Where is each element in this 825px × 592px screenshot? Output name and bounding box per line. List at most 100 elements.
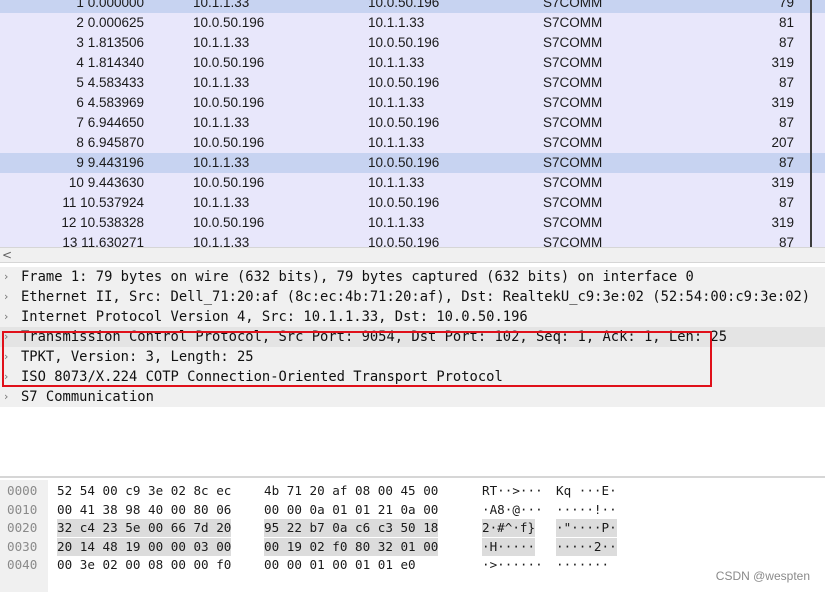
packet-time: 9.443630 bbox=[87, 175, 144, 190]
packet-no: 13 bbox=[62, 235, 78, 247]
packet-length: 319 bbox=[771, 215, 794, 230]
packet-no: 8 bbox=[76, 135, 84, 150]
coloring-marker bbox=[810, 173, 812, 193]
packet-no: 7 bbox=[76, 115, 84, 130]
expand-chevron-icon[interactable]: › bbox=[4, 267, 8, 287]
packet-no: 10 bbox=[68, 175, 84, 190]
detail-text: Frame 1: 79 bytes on wire (632 bits), 79… bbox=[21, 269, 694, 285]
ascii-2: ·····!·· bbox=[556, 501, 617, 517]
bytes-row[interactable]: 0030 20 14 48 19 00 00 03 00 00 19 02 f0 8… bbox=[0, 537, 825, 556]
packet-source: 10.1.1.33 bbox=[193, 35, 250, 50]
packet-length: 81 bbox=[778, 15, 794, 30]
packet-length: 87 bbox=[778, 75, 794, 90]
detail-text: S7 Communication bbox=[21, 389, 154, 405]
coloring-marker bbox=[810, 233, 812, 247]
packet-row[interactable]: 2 0.000625 10.0.50.196 10.1.1.33 S7COMM 81 bbox=[0, 13, 825, 33]
coloring-marker bbox=[810, 33, 812, 53]
hex-bytes-1: 52 54 00 c9 3e 02 8c ec bbox=[57, 483, 232, 498]
horizontal-scrollbar[interactable]: < bbox=[0, 247, 825, 263]
packet-row[interactable]: 4 1.814340 10.0.50.196 10.1.1.33 S7COMM 319 bbox=[0, 53, 825, 73]
ascii-1: 2·#^·f} bbox=[482, 519, 536, 537]
packet-destination: 10.1.1.33 bbox=[368, 175, 425, 190]
packet-row[interactable]: 6 4.583969 10.0.50.196 10.1.1.33 S7COMM 319 bbox=[0, 93, 825, 113]
detail-tree-item[interactable]: › Frame 1: 79 bytes on wire (632 bits), 7… bbox=[0, 267, 825, 287]
packet-source: 10.1.1.33 bbox=[193, 155, 250, 170]
packet-no-time: 8 6.945870 bbox=[0, 133, 144, 153]
packet-row[interactable]: 3 1.813506 10.1.1.33 10.0.50.196 S7COMM 87 bbox=[0, 33, 825, 53]
packet-protocol: S7COMM bbox=[543, 115, 603, 130]
packet-source: 10.0.50.196 bbox=[193, 95, 265, 110]
packet-time: 0.000000 bbox=[87, 0, 144, 10]
expand-chevron-icon[interactable]: › bbox=[4, 347, 8, 367]
watermark: CSDN @wespten bbox=[715, 569, 810, 583]
hex-bytes-2: 4b 71 20 af 08 00 45 00 bbox=[264, 483, 439, 498]
detail-tree-item[interactable]: › TPKT, Version: 3, Length: 25 bbox=[0, 347, 825, 367]
pane-divider[interactable] bbox=[0, 476, 825, 478]
packet-source: 10.0.50.196 bbox=[193, 135, 265, 150]
packet-no: 4 bbox=[76, 55, 84, 70]
coloring-marker bbox=[810, 113, 812, 133]
expand-chevron-icon[interactable]: › bbox=[4, 387, 8, 407]
packet-protocol: S7COMM bbox=[543, 95, 603, 110]
packet-destination: 10.0.50.196 bbox=[368, 0, 440, 10]
hex-bytes-1: 00 41 38 98 40 00 80 06 bbox=[57, 501, 232, 517]
detail-tree-item[interactable]: › Ethernet II, Src: Dell_71:20:af (8c:ec:… bbox=[0, 287, 825, 307]
packet-source: 10.1.1.33 bbox=[193, 75, 250, 90]
detail-text: Internet Protocol Version 4, Src: 10.1.1… bbox=[21, 309, 528, 325]
coloring-marker bbox=[810, 53, 812, 73]
ascii-1: ·A8·@··· bbox=[482, 501, 543, 517]
detail-tree-item[interactable]: › Internet Protocol Version 4, Src: 10.1.… bbox=[0, 307, 825, 327]
packet-row[interactable]: 8 6.945870 10.0.50.196 10.1.1.33 S7COMM 207 bbox=[0, 133, 825, 153]
coloring-marker bbox=[810, 73, 812, 93]
packet-time: 4.583969 bbox=[87, 95, 144, 110]
bytes-row[interactable]: 0010 00 41 38 98 40 00 80 06 00 00 0a 01 0… bbox=[0, 501, 825, 519]
packet-source: 10.1.1.33 bbox=[193, 195, 250, 210]
packet-no: 5 bbox=[76, 75, 84, 90]
expand-chevron-icon[interactable]: › bbox=[4, 367, 8, 387]
expand-chevron-icon[interactable]: › bbox=[4, 307, 8, 327]
packet-time: 10.537924 bbox=[80, 195, 144, 210]
byte-offset: 0030 bbox=[7, 538, 38, 554]
hex-bytes-1: 20 14 48 19 00 00 03 00 bbox=[57, 537, 232, 556]
packet-time: 6.944650 bbox=[87, 115, 144, 130]
packet-protocol: S7COMM bbox=[543, 235, 603, 247]
hex-bytes-2: 00 00 0a 01 01 21 0a 00 bbox=[264, 501, 439, 517]
packet-length: 319 bbox=[771, 55, 794, 70]
packet-row[interactable]: 13 11.630271 10.1.1.33 10.0.50.196 S7COMM 87 bbox=[0, 233, 825, 247]
packet-time: 6.945870 bbox=[87, 135, 144, 150]
packet-row[interactable]: 1 0.000000 10.1.1.33 10.0.50.196 S7COMM 79 bbox=[0, 0, 825, 13]
packet-row[interactable]: 11 10.537924 10.1.1.33 10.0.50.196 S7COMM 87 bbox=[0, 193, 825, 213]
detail-tree-item[interactable]: › Transmission Control Protocol, Src Port… bbox=[0, 327, 825, 347]
packet-time: 1.814340 bbox=[87, 55, 144, 70]
packet-bytes-pane[interactable]: 0000 52 54 00 c9 3e 02 8c ec 4b 71 20 af 0… bbox=[0, 480, 825, 592]
packet-list[interactable]: 1 0.000000 10.1.1.33 10.0.50.196 S7COMM 79 2 … bbox=[0, 0, 825, 247]
detail-text: TPKT, Version: 3, Length: 25 bbox=[21, 349, 254, 365]
detail-tree-item[interactable]: › ISO 8073/X.224 COTP Connection-Oriented… bbox=[0, 367, 825, 387]
packet-no: 1 bbox=[76, 0, 84, 10]
packet-protocol: S7COMM bbox=[543, 195, 603, 210]
packet-no-time: 7 6.944650 bbox=[0, 113, 144, 133]
packet-row[interactable]: 9 9.443196 10.1.1.33 10.0.50.196 S7COMM 87 bbox=[0, 153, 825, 173]
packet-destination: 10.0.50.196 bbox=[368, 35, 440, 50]
expand-chevron-icon[interactable]: › bbox=[4, 327, 8, 347]
packet-row[interactable]: 7 6.944650 10.1.1.33 10.0.50.196 S7COMM 87 bbox=[0, 113, 825, 133]
chevron-left-icon[interactable]: < bbox=[2, 248, 12, 262]
packet-details-pane[interactable]: › Frame 1: 79 bytes on wire (632 bits), 7… bbox=[0, 267, 825, 472]
packet-source: 10.0.50.196 bbox=[193, 175, 265, 190]
packet-row[interactable]: 10 9.443630 10.0.50.196 10.1.1.33 S7COMM 319 bbox=[0, 173, 825, 193]
packet-source: 10.0.50.196 bbox=[193, 215, 265, 230]
bytes-row[interactable]: 0020 32 c4 23 5e 00 66 7d 20 95 22 b7 0a c… bbox=[0, 519, 825, 537]
ascii-1: RT··>··· bbox=[482, 483, 543, 498]
bytes-row[interactable]: 0000 52 54 00 c9 3e 02 8c ec 4b 71 20 af 0… bbox=[0, 482, 825, 500]
bytes-row[interactable]: 0040 00 3e 02 00 08 00 00 f0 00 00 01 00 0… bbox=[0, 556, 825, 574]
packet-time: 0.000625 bbox=[87, 15, 144, 30]
packet-row[interactable]: 5 4.583433 10.1.1.33 10.0.50.196 S7COMM 87 bbox=[0, 73, 825, 93]
coloring-marker bbox=[810, 133, 812, 153]
expand-chevron-icon[interactable]: › bbox=[4, 287, 8, 307]
packet-row[interactable]: 12 10.538328 10.0.50.196 10.1.1.33 S7COMM 31… bbox=[0, 213, 825, 233]
detail-tree-item[interactable]: › S7 Communication bbox=[0, 387, 825, 407]
hex-bytes-2: 00 00 01 00 01 01 e0 bbox=[264, 557, 416, 572]
ascii-2: ·"····P· bbox=[556, 519, 617, 537]
packet-no: 11 bbox=[62, 195, 77, 210]
packet-time: 9.443196 bbox=[87, 155, 144, 170]
